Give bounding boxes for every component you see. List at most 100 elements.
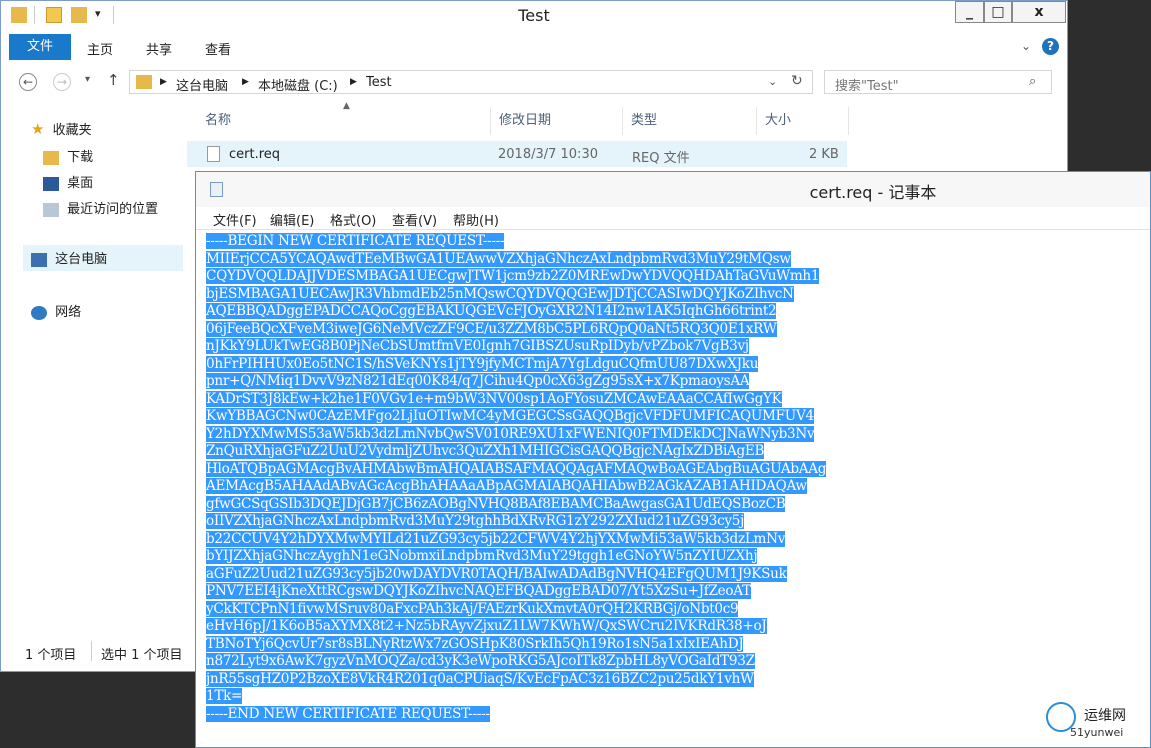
computer-icon <box>31 252 47 267</box>
nav-network[interactable]: 网络 <box>31 301 81 320</box>
nav-item-label: 下载 <box>67 150 94 165</box>
file-row[interactable]: cert.req 2018/3/7 10:30 REQ 文件 2 KB <box>187 141 847 167</box>
notepad-line: pnr+Q/NMiq1DvvV9zN821dEq00K84/q7JCihu4Qp… <box>206 373 1146 391</box>
column-label: 名称 <box>205 113 232 128</box>
selected-text: n872Lyt9x6AwK7gyzVnMOQZa/cd3yK3eWpoRKG5A… <box>206 653 755 669</box>
selected-text: HloATQBpAGMAcgBvAHMAbwBmAHQAIABSAFMAQQAg… <box>206 460 827 477</box>
selected-text: MIIErjCCA5YCAQAwdTEeMBwGA1UEAwwVZXhjaGNh… <box>206 250 791 267</box>
breadcrumb-separator-icon[interactable]: ▶ <box>350 77 357 87</box>
notepad-line: KADrST3J8kEw+k2he1F0VGv1e+m9bW3NV00sp1Ao… <box>206 390 1146 409</box>
nav-network-label: 网络 <box>55 305 82 320</box>
nav-this-pc[interactable]: 这台电脑 <box>23 245 183 271</box>
search-icon[interactable]: ⌕ <box>1029 74 1036 89</box>
file-name: cert.req <box>229 147 281 162</box>
nav-this-pc-label: 这台电脑 <box>55 252 108 267</box>
search-input[interactable]: 搜索"Test" <box>835 75 899 94</box>
nav-favorites-label: 收藏夹 <box>52 123 92 138</box>
breadcrumb-this-pc[interactable]: 这台电脑 <box>176 75 228 94</box>
column-header-modified[interactable]: 修改日期 <box>491 107 623 135</box>
menu-help[interactable]: 帮助(H) <box>453 210 499 229</box>
network-icon <box>31 305 47 320</box>
notepad-line: b22CCUV4Y2hDYXMwMYILd21uZG93cy5jb22CFWV4… <box>206 530 1146 549</box>
file-size: 2 KB <box>809 147 839 162</box>
refresh-icon[interactable]: ↻ <box>791 73 803 89</box>
downloads-icon <box>43 150 59 165</box>
nav-item-desktop[interactable]: 桌面 <box>43 172 93 191</box>
column-header-name[interactable]: 名称 <box>197 107 491 135</box>
desktop-icon <box>43 176 59 191</box>
selected-text: 0hFrPIHHUx0Eo5tNC1S/hSVeKNYs1jTY9jfyMCTm… <box>206 355 759 372</box>
notepad-line: ZnQuRXhjaGFuZ2UuU2VydmljZUhvc3QuZXh1MHIG… <box>206 443 1146 461</box>
tab-view[interactable]: 查看 <box>205 39 231 58</box>
breadcrumb-separator-icon[interactable]: ▶ <box>242 77 249 87</box>
selected-text: aGFuZ2Uud21uZG93cy5jb20wDAYDVR0TAQH/BAIw… <box>206 565 787 582</box>
selected-text: yCkKTCPnN1fivwMSruv80aFxcPAh3kAj/FAEzrKu… <box>206 600 739 617</box>
notepad-line: TBNoTYj6QcvUr7sr8sBLNyRtzWx7zGOSHpK80Srk… <box>206 635 1146 654</box>
file-icon <box>207 146 220 162</box>
search-box[interactable]: 搜索"Test" ⌕ <box>824 70 1052 94</box>
column-header-size[interactable]: 大小 <box>757 107 849 135</box>
menu-view[interactable]: 查看(V) <box>392 210 437 229</box>
menu-file[interactable]: 文件(F) <box>213 210 257 229</box>
selected-text: pnr+Q/NMiq1DvvV9zN821dEq00K84/q7JCihu4Qp… <box>206 373 750 389</box>
menu-format[interactable]: 格式(O) <box>330 210 376 229</box>
nav-item-recent[interactable]: 最近访问的位置 <box>43 198 158 217</box>
column-label: 修改日期 <box>499 113 552 128</box>
notepad-line: -----END NEW CERTIFICATE REQUEST----- <box>206 705 1146 724</box>
notepad-line: 06jFeeBQcXFveM3iweJG6NeMVczZF9CE/u3ZZM8b… <box>206 320 1146 339</box>
tab-file[interactable]: 文件 <box>9 34 71 60</box>
breadcrumb-test[interactable]: Test <box>366 75 392 90</box>
explorer-titlebar: ▾ Test _ □ x <box>1 1 1067 32</box>
notepad-line: bjESMBAGA1UECAwJR3VhbmdEb25nMQswCQYDVQQG… <box>206 285 1146 304</box>
file-type: REQ 文件 <box>632 151 690 166</box>
column-label: 大小 <box>765 113 792 128</box>
notepad-titlebar: cert.req - 记事本 <box>196 172 1150 207</box>
notepad-text-area[interactable]: -----BEGIN NEW CERTIFICATE REQUEST----- M… <box>206 233 1146 743</box>
selected-text: -----END NEW CERTIFICATE REQUEST----- <box>206 705 490 722</box>
selected-text: AEMAcgB5AHAAdABvAGcAcgBhAHAAaABpAGMAIABQ… <box>206 478 807 494</box>
sort-ascending-icon: ▲ <box>343 101 350 111</box>
notepad-line: jnR55sgHZ0P2BzoXE8VkR4R201q0aCPUiaqS/KvE… <box>206 670 1146 689</box>
notepad-line: gfwGCSqGSIb3DQEJDjGB7jCB6zAOBgNVHQ8BAf8E… <box>206 495 1146 514</box>
ribbon-tabs: 文件 主页 共享 查看 ⌄ ? <box>1 34 1067 62</box>
address-row: ← → ▾ ↑ ▶ 这台电脑 ▶ 本地磁盘 (C:) ▶ Test ⌄ ↻ 搜索… <box>1 67 1067 101</box>
notepad-line: 0hFrPIHHUx0Eo5tNC1S/hSVeKNYs1jTY9jfyMCTm… <box>206 355 1146 374</box>
tab-share[interactable]: 共享 <box>146 39 172 58</box>
notepad-line: AEMAcgB5AHAAdABvAGcAcgBhAHAAaABpAGMAIABQ… <box>206 478 1146 496</box>
recent-locations-icon[interactable]: ▾ <box>85 74 90 85</box>
folder-icon <box>136 75 152 89</box>
nav-favorites[interactable]: ★ 收藏夹 <box>31 119 92 138</box>
breadcrumb-local-disk[interactable]: 本地磁盘 (C:) <box>258 75 338 94</box>
divider <box>91 641 92 661</box>
close-button[interactable]: x <box>1012 1 1066 23</box>
address-dropdown-icon[interactable]: ⌄ <box>768 75 777 88</box>
maximize-button[interactable]: □ <box>984 1 1012 23</box>
notepad-line: PNV7EEI4jKneXttRCgswDQYJKoZIhvcNAQEFBQAD… <box>206 583 1146 601</box>
column-header-type[interactable]: 类型 <box>623 107 757 135</box>
help-icon[interactable]: ? <box>1042 38 1059 55</box>
notepad-window: cert.req - 记事本 文件(F) 编辑(E) 格式(O) 查看(V) 帮… <box>195 171 1151 748</box>
selected-text: TBNoTYj6QcvUr7sr8sBLNyRtzWx7zGOSHpK80Srk… <box>206 635 744 652</box>
breadcrumb-separator-icon[interactable]: ▶ <box>160 77 167 87</box>
ribbon-expand-icon[interactable]: ⌄ <box>1021 39 1031 53</box>
status-item-count: 1 个项目 <box>25 648 77 663</box>
nav-item-label: 最近访问的位置 <box>67 202 159 217</box>
notepad-line: 1Tk= <box>206 688 1146 706</box>
notepad-line: eHvH6pJ/1K6oB5aXYMX8t2+Nz5bRAyvZjxuZ1LW7… <box>206 618 1146 636</box>
notepad-line: -----BEGIN NEW CERTIFICATE REQUEST----- <box>206 233 1146 251</box>
address-bar[interactable]: ▶ 这台电脑 ▶ 本地磁盘 (C:) ▶ Test ⌄ ↻ <box>129 70 813 94</box>
watermark-title: 运维网 <box>1084 708 1126 724</box>
nav-item-downloads[interactable]: 下载 <box>43 146 93 165</box>
notepad-menubar: 文件(F) 编辑(E) 格式(O) 查看(V) 帮助(H) <box>196 207 1150 230</box>
up-icon[interactable]: ↑ <box>107 71 120 89</box>
notepad-line: bYIJZXhjaGNhczAyghN1eGNobmxiLndpbmRvd3Mu… <box>206 548 1146 566</box>
tab-home[interactable]: 主页 <box>87 39 113 58</box>
selected-text: 06jFeeBQcXFveM3iweJG6NeMVczZF9CE/u3ZZM8b… <box>206 320 777 337</box>
selected-text: nJKkY9LUkTwEG8B0PjNeCbSUmtfmVE0Ignh7GIBS… <box>206 338 749 354</box>
watermark: 运维网 51yunwei <box>1040 700 1150 746</box>
menu-edit[interactable]: 编辑(E) <box>270 210 314 229</box>
selected-text: AQEBBQADggEPADCCAQoCggEBAKUQGEVcFJOyGXR2… <box>206 303 777 319</box>
minimize-button[interactable]: _ <box>955 1 984 23</box>
back-icon[interactable]: ← <box>19 73 37 91</box>
forward-icon[interactable]: → <box>53 73 71 91</box>
